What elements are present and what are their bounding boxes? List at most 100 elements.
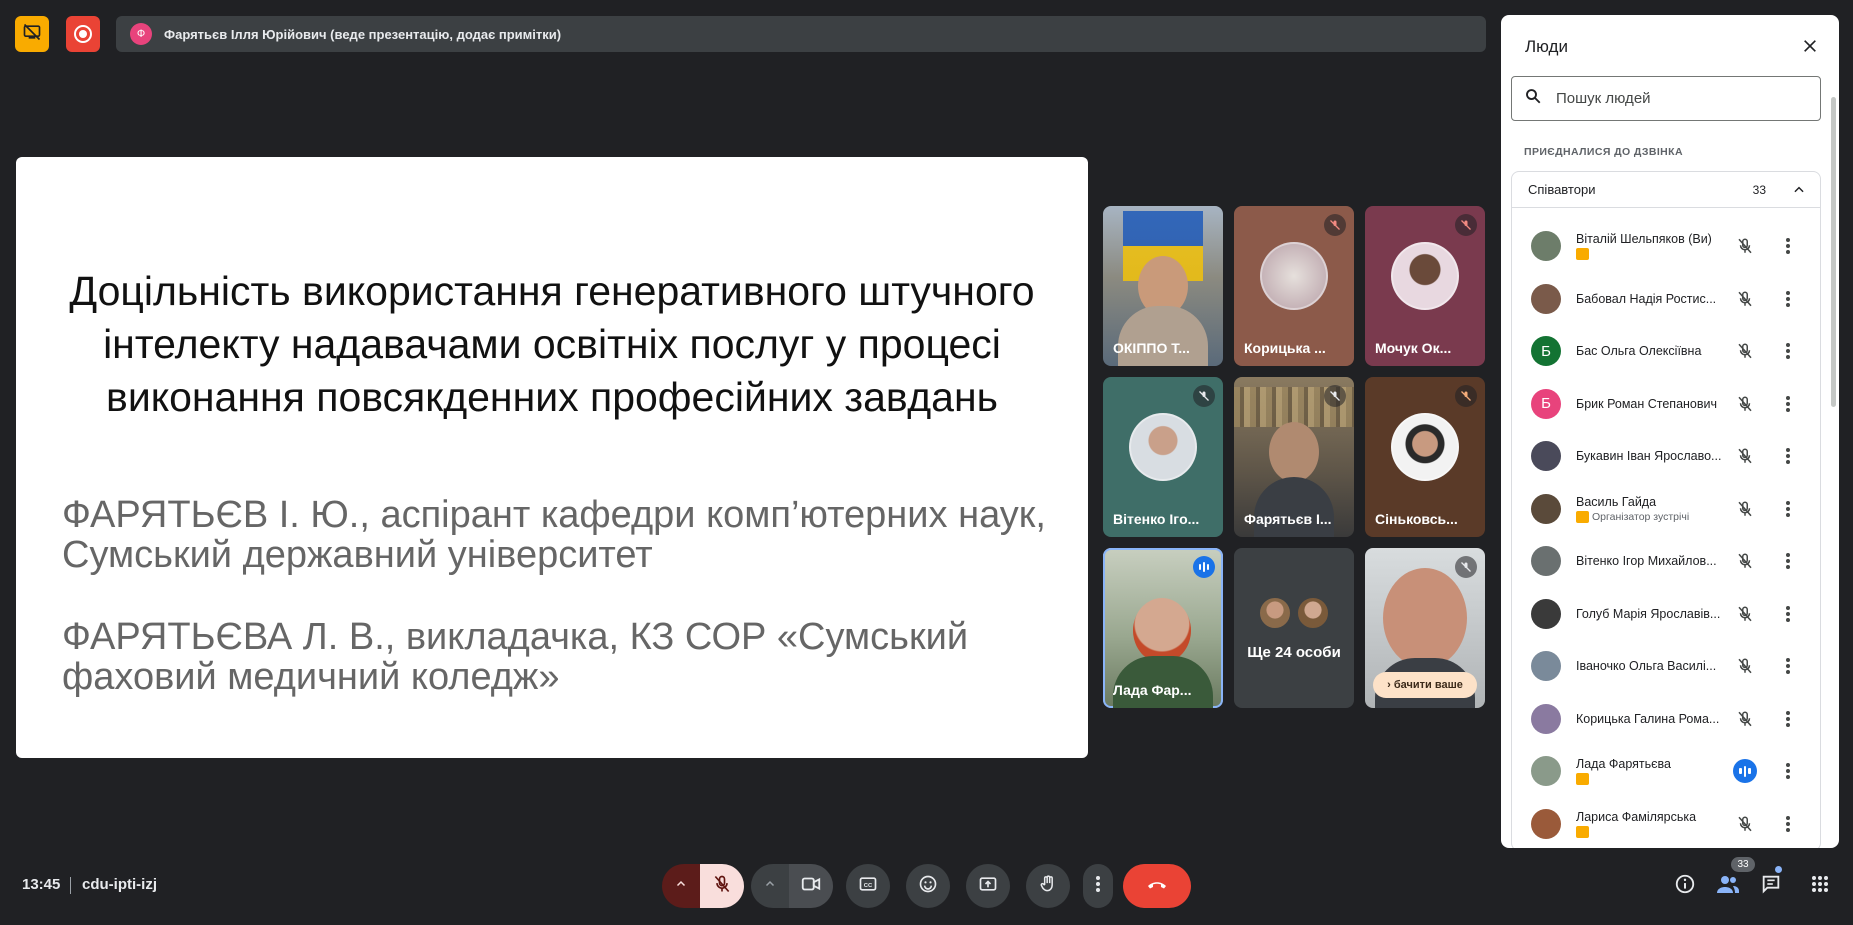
meeting-details-button[interactable]: [1671, 872, 1699, 900]
more-vert-icon[interactable]: [1776, 234, 1800, 258]
slide-author-2: ФАРЯТЬЄВА Л. В., викладачка, КЗ СОР «Сум…: [62, 616, 969, 698]
participant-info: Лада Фарятьєва: [1576, 757, 1728, 785]
activities-button[interactable]: [1806, 872, 1834, 900]
mic-off-icon[interactable]: [1733, 812, 1757, 836]
microphone-toggle-button[interactable]: [700, 864, 744, 908]
more-vert-icon[interactable]: [1776, 654, 1800, 678]
more-vert-icon[interactable]: [1776, 812, 1800, 836]
tile-name: Мочук Ок...: [1375, 340, 1452, 356]
participant-avatar: [1531, 703, 1561, 734]
raise-hand-button[interactable]: [1026, 864, 1070, 908]
search-input[interactable]: [1556, 90, 1796, 107]
participant-row[interactable]: Корицька Галина Рома...: [1512, 693, 1822, 745]
people-button[interactable]: [1714, 872, 1742, 900]
recording-indicator-button[interactable]: [66, 16, 100, 52]
participant-face: [1269, 422, 1319, 482]
mic-off-icon[interactable]: [1733, 392, 1757, 416]
mic-off-icon[interactable]: [1733, 549, 1757, 573]
more-vert-icon[interactable]: [1776, 287, 1800, 311]
mic-off-icon[interactable]: [1733, 444, 1757, 468]
close-icon: [1802, 38, 1818, 59]
more-vert-icon[interactable]: [1776, 339, 1800, 363]
tile-name: Корицька ...: [1244, 340, 1326, 356]
audio-options-button[interactable]: [662, 864, 700, 908]
participant-tile[interactable]: Вітенко Ігo...: [1103, 377, 1223, 537]
mic-off-icon[interactable]: [1733, 339, 1757, 363]
participant-info: Вітенко Ігор Михайлов...: [1576, 554, 1728, 568]
mic-off-icon[interactable]: [1733, 497, 1757, 521]
participant-row[interactable]: Б Брик Роман Степанович: [1512, 378, 1822, 430]
presentation-toggle-button[interactable]: [15, 16, 49, 52]
participant-info: Лариса Фамілярська: [1576, 810, 1728, 838]
reactions-button[interactable]: [906, 864, 950, 908]
participant-name: Лада Фарятьєва: [1576, 757, 1671, 771]
participant-name: Брик Роман Степанович: [1576, 396, 1718, 411]
more-vert-icon[interactable]: [1776, 444, 1800, 468]
participant-tile[interactable]: ОКІППО Т...: [1103, 206, 1223, 366]
divider: [70, 877, 71, 894]
present-button[interactable]: [966, 864, 1010, 908]
participant-info: Віталій Шельпяков (Ви): [1576, 232, 1728, 260]
muted-icon: [1455, 556, 1477, 578]
participant-row[interactable]: Бабовал Надія Ростис...: [1512, 273, 1822, 325]
participant-row[interactable]: Лада Фарятьєва: [1512, 745, 1822, 797]
participant-row[interactable]: Б Бас Ольга Олексіївна: [1512, 325, 1822, 377]
participant-avatar: [1531, 651, 1561, 681]
participant-avatar: [1531, 546, 1561, 576]
people-icon: [1716, 873, 1740, 900]
more-options-button[interactable]: [1083, 864, 1113, 908]
participant-info: Корицька Галина Рома...: [1576, 712, 1728, 726]
info-icon: [1674, 873, 1696, 900]
participant-tile[interactable]: Мочук Ок...: [1365, 206, 1485, 366]
participant-tile[interactable]: Корицька ...: [1234, 206, 1354, 366]
close-panel-button[interactable]: [1795, 33, 1825, 63]
co-host-badge-icon: [1576, 248, 1589, 260]
chat-button[interactable]: [1757, 872, 1785, 900]
participant-tile[interactable]: Фарятьєв І...: [1234, 377, 1354, 537]
participant-row[interactable]: Віталій Шельпяков (Ви): [1512, 220, 1822, 272]
participant-row[interactable]: Василь Гайда Організатор зустрічі: [1512, 483, 1822, 535]
participant-subline: [1576, 773, 1728, 785]
co-host-badge-icon: [1576, 825, 1589, 838]
participant-row[interactable]: Букавин Іван Ярославо...: [1512, 430, 1822, 482]
panel-title: Люди: [1525, 37, 1568, 56]
mic-off-icon[interactable]: [1733, 602, 1757, 626]
see-you-chip[interactable]: › бачити ваше: [1373, 672, 1477, 698]
participant-row[interactable]: Іваночко Ольга Василі...: [1512, 640, 1822, 692]
camera-toggle-button[interactable]: [789, 864, 833, 908]
speaking-icon[interactable]: [1733, 759, 1757, 783]
video-options-button[interactable]: [751, 864, 789, 908]
muted-icon: [1324, 385, 1346, 407]
mic-off-icon[interactable]: [1733, 287, 1757, 311]
more-vert-icon[interactable]: [1776, 707, 1800, 731]
panel-scrollbar[interactable]: [1831, 97, 1836, 407]
participant-tile[interactable]: › бачити ваше: [1365, 548, 1485, 708]
group-header[interactable]: Співавтори 33: [1512, 172, 1820, 208]
more-participants-tile[interactable]: Ще 24 особи: [1234, 548, 1354, 708]
group-count: 33: [1752, 182, 1766, 197]
participant-body: [1118, 306, 1208, 366]
hand-icon: [1038, 874, 1058, 899]
participant-row[interactable]: Вітенко Ігор Михайлов...: [1512, 535, 1822, 587]
participant-avatar: [1531, 808, 1561, 839]
mic-off-icon[interactable]: [1733, 234, 1757, 258]
participant-avatar: Б: [1531, 336, 1561, 366]
tile-name: ОКІППО Т...: [1113, 340, 1190, 356]
more-vert-icon[interactable]: [1776, 392, 1800, 416]
participant-tile[interactable]: Лада Фар...: [1103, 548, 1223, 708]
more-vert-icon[interactable]: [1776, 759, 1800, 783]
more-vert-icon[interactable]: [1776, 549, 1800, 573]
more-vert-icon[interactable]: [1776, 602, 1800, 626]
participant-avatar: [1258, 595, 1292, 630]
captions-button[interactable]: CC: [846, 864, 890, 908]
participant-tile[interactable]: Сіньковсь...: [1365, 377, 1485, 537]
chevron-up-icon: [675, 877, 687, 895]
mic-off-icon[interactable]: [1733, 654, 1757, 678]
end-call-button[interactable]: [1123, 864, 1191, 908]
tile-name: Сіньковсь...: [1375, 511, 1458, 527]
participant-avatar: [1531, 756, 1561, 786]
participant-row[interactable]: Голуб Марія Ярославів...: [1512, 588, 1822, 640]
more-vert-icon[interactable]: [1776, 497, 1800, 521]
participant-row[interactable]: Лариса Фамілярська: [1512, 798, 1822, 849]
mic-off-icon[interactable]: [1733, 707, 1757, 731]
